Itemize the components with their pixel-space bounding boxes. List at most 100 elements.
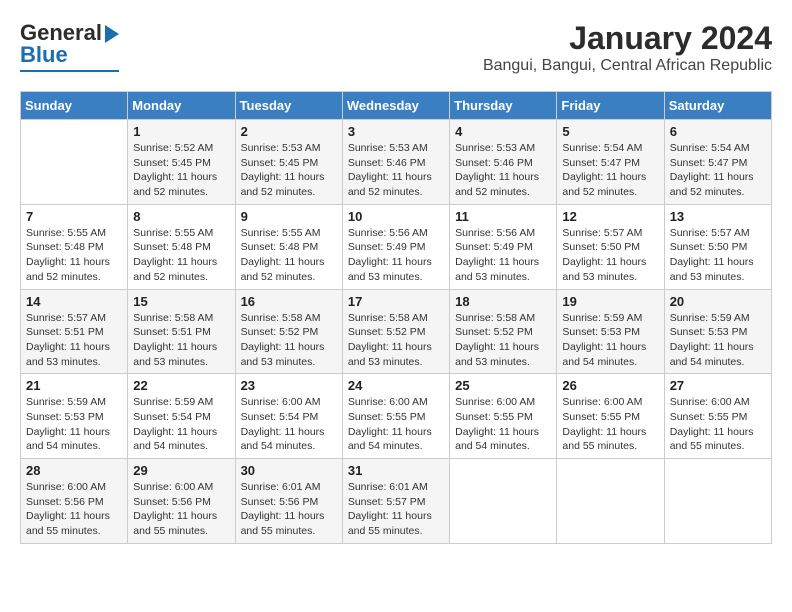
day-number: 13 xyxy=(670,209,766,224)
logo-arrow-icon xyxy=(105,25,119,43)
day-number: 20 xyxy=(670,294,766,309)
logo: General Blue xyxy=(20,20,119,72)
day-number: 18 xyxy=(455,294,551,309)
day-info: Sunrise: 6:00 AMSunset: 5:56 PMDaylight:… xyxy=(133,480,229,539)
calendar-cell: 6 Sunrise: 5:54 AMSunset: 5:47 PMDaylight… xyxy=(664,120,771,205)
day-number: 11 xyxy=(455,209,551,224)
calendar-cell: 4 Sunrise: 5:53 AMSunset: 5:46 PMDaylight… xyxy=(450,120,557,205)
calendar-cell: 13 Sunrise: 5:57 AMSunset: 5:50 PMDayligh… xyxy=(664,204,771,289)
day-number: 8 xyxy=(133,209,229,224)
logo-underline xyxy=(20,70,119,72)
calendar-cell: 5 Sunrise: 5:54 AMSunset: 5:47 PMDaylight… xyxy=(557,120,664,205)
day-info: Sunrise: 5:58 AMSunset: 5:52 PMDaylight:… xyxy=(241,311,337,370)
day-info: Sunrise: 6:00 AMSunset: 5:56 PMDaylight:… xyxy=(26,480,122,539)
calendar-cell: 18Sunrise: 5:58 AMSunset: 5:52 PMDayligh… xyxy=(450,289,557,374)
page-header: General Blue January 2024 Bangui, Bangui… xyxy=(20,20,772,75)
day-info: Sunrise: 5:54 AMSunset: 5:47 PMDaylight:… xyxy=(562,141,658,200)
calendar-cell xyxy=(664,459,771,544)
weekday-header: Thursday xyxy=(450,92,557,120)
day-info: Sunrise: 5:52 AMSunset: 5:45 PMDaylight:… xyxy=(133,141,229,200)
day-info: Sunrise: 5:55 AMSunset: 5:48 PMDaylight:… xyxy=(241,226,337,285)
day-info: Sunrise: 5:53 AMSunset: 5:45 PMDaylight:… xyxy=(241,141,337,200)
calendar-cell: 25 Sunrise: 6:00 AMSunset: 5:55 PMDayligh… xyxy=(450,374,557,459)
day-info: Sunrise: 6:00 AMSunset: 5:55 PMDaylight:… xyxy=(670,395,766,454)
weekday-header: Saturday xyxy=(664,92,771,120)
title-block: January 2024 Bangui, Bangui, Central Afr… xyxy=(483,20,772,75)
weekday-header: Tuesday xyxy=(235,92,342,120)
page-title: January 2024 xyxy=(483,20,772,57)
calendar-cell: 1 Sunrise: 5:52 AMSunset: 5:45 PMDaylight… xyxy=(128,120,235,205)
day-number: 15 xyxy=(133,294,229,309)
day-number: 16 xyxy=(241,294,337,309)
day-number: 3 xyxy=(348,124,444,139)
day-info: Sunrise: 5:53 AMSunset: 5:46 PMDaylight:… xyxy=(455,141,551,200)
day-info: Sunrise: 6:01 AMSunset: 5:57 PMDaylight:… xyxy=(348,480,444,539)
day-number: 26 xyxy=(562,378,658,393)
weekday-header: Sunday xyxy=(21,92,128,120)
day-number: 31 xyxy=(348,463,444,478)
day-number: 28 xyxy=(26,463,122,478)
day-number: 9 xyxy=(241,209,337,224)
calendar-cell: 12 Sunrise: 5:57 AMSunset: 5:50 PMDayligh… xyxy=(557,204,664,289)
calendar-cell: 2 Sunrise: 5:53 AMSunset: 5:45 PMDaylight… xyxy=(235,120,342,205)
day-info: Sunrise: 5:54 AMSunset: 5:47 PMDaylight:… xyxy=(670,141,766,200)
day-number: 19 xyxy=(562,294,658,309)
day-info: Sunrise: 5:59 AMSunset: 5:53 PMDaylight:… xyxy=(26,395,122,454)
day-number: 12 xyxy=(562,209,658,224)
calendar-cell xyxy=(557,459,664,544)
day-number: 6 xyxy=(670,124,766,139)
day-info: Sunrise: 5:58 AMSunset: 5:51 PMDaylight:… xyxy=(133,311,229,370)
calendar-cell: 19 Sunrise: 5:59 AMSunset: 5:53 PMDayligh… xyxy=(557,289,664,374)
day-info: Sunrise: 5:57 AMSunset: 5:50 PMDaylight:… xyxy=(562,226,658,285)
day-info: Sunrise: 6:00 AMSunset: 5:55 PMDaylight:… xyxy=(348,395,444,454)
calendar-cell xyxy=(21,120,128,205)
day-number: 7 xyxy=(26,209,122,224)
calendar-cell: 22Sunrise: 5:59 AMSunset: 5:54 PMDayligh… xyxy=(128,374,235,459)
day-info: Sunrise: 5:56 AMSunset: 5:49 PMDaylight:… xyxy=(348,226,444,285)
day-info: Sunrise: 5:59 AMSunset: 5:53 PMDaylight:… xyxy=(670,311,766,370)
day-info: Sunrise: 5:59 AMSunset: 5:53 PMDaylight:… xyxy=(562,311,658,370)
page-subtitle: Bangui, Bangui, Central African Republic xyxy=(483,57,772,75)
day-info: Sunrise: 6:00 AMSunset: 5:54 PMDaylight:… xyxy=(241,395,337,454)
weekday-header: Monday xyxy=(128,92,235,120)
day-number: 21 xyxy=(26,378,122,393)
day-number: 5 xyxy=(562,124,658,139)
calendar-cell: 28 Sunrise: 6:00 AMSunset: 5:56 PMDayligh… xyxy=(21,459,128,544)
calendar-cell: 14Sunrise: 5:57 AMSunset: 5:51 PMDayligh… xyxy=(21,289,128,374)
day-number: 17 xyxy=(348,294,444,309)
calendar-cell: 3 Sunrise: 5:53 AMSunset: 5:46 PMDaylight… xyxy=(342,120,449,205)
day-number: 29 xyxy=(133,463,229,478)
calendar-cell: 15 Sunrise: 5:58 AMSunset: 5:51 PMDayligh… xyxy=(128,289,235,374)
day-number: 4 xyxy=(455,124,551,139)
day-info: Sunrise: 5:58 AMSunset: 5:52 PMDaylight:… xyxy=(348,311,444,370)
day-number: 10 xyxy=(348,209,444,224)
weekday-header: Wednesday xyxy=(342,92,449,120)
calendar-cell: 29 Sunrise: 6:00 AMSunset: 5:56 PMDayligh… xyxy=(128,459,235,544)
day-info: Sunrise: 6:00 AMSunset: 5:55 PMDaylight:… xyxy=(562,395,658,454)
calendar-cell: 16 Sunrise: 5:58 AMSunset: 5:52 PMDayligh… xyxy=(235,289,342,374)
calendar-cell: 27Sunrise: 6:00 AMSunset: 5:55 PMDayligh… xyxy=(664,374,771,459)
day-info: Sunrise: 5:55 AMSunset: 5:48 PMDaylight:… xyxy=(133,226,229,285)
day-info: Sunrise: 5:56 AMSunset: 5:49 PMDaylight:… xyxy=(455,226,551,285)
day-info: Sunrise: 6:00 AMSunset: 5:55 PMDaylight:… xyxy=(455,395,551,454)
calendar-cell: 9 Sunrise: 5:55 AMSunset: 5:48 PMDaylight… xyxy=(235,204,342,289)
calendar-cell: 20 Sunrise: 5:59 AMSunset: 5:53 PMDayligh… xyxy=(664,289,771,374)
day-number: 25 xyxy=(455,378,551,393)
calendar-cell: 23Sunrise: 6:00 AMSunset: 5:54 PMDayligh… xyxy=(235,374,342,459)
calendar-cell: 17 Sunrise: 5:58 AMSunset: 5:52 PMDayligh… xyxy=(342,289,449,374)
calendar-cell: 24 Sunrise: 6:00 AMSunset: 5:55 PMDayligh… xyxy=(342,374,449,459)
day-info: Sunrise: 6:01 AMSunset: 5:56 PMDaylight:… xyxy=(241,480,337,539)
day-info: Sunrise: 5:57 AMSunset: 5:50 PMDaylight:… xyxy=(670,226,766,285)
calendar-cell: 26 Sunrise: 6:00 AMSunset: 5:55 PMDayligh… xyxy=(557,374,664,459)
day-number: 24 xyxy=(348,378,444,393)
day-info: Sunrise: 5:55 AMSunset: 5:48 PMDaylight:… xyxy=(26,226,122,285)
calendar-cell: 11 Sunrise: 5:56 AMSunset: 5:49 PMDayligh… xyxy=(450,204,557,289)
day-number: 1 xyxy=(133,124,229,139)
calendar-cell xyxy=(450,459,557,544)
calendar-cell: 21 Sunrise: 5:59 AMSunset: 5:53 PMDayligh… xyxy=(21,374,128,459)
calendar-cell: 8 Sunrise: 5:55 AMSunset: 5:48 PMDaylight… xyxy=(128,204,235,289)
day-number: 14 xyxy=(26,294,122,309)
calendar-cell: 30Sunrise: 6:01 AMSunset: 5:56 PMDayligh… xyxy=(235,459,342,544)
day-number: 2 xyxy=(241,124,337,139)
day-info: Sunrise: 5:53 AMSunset: 5:46 PMDaylight:… xyxy=(348,141,444,200)
